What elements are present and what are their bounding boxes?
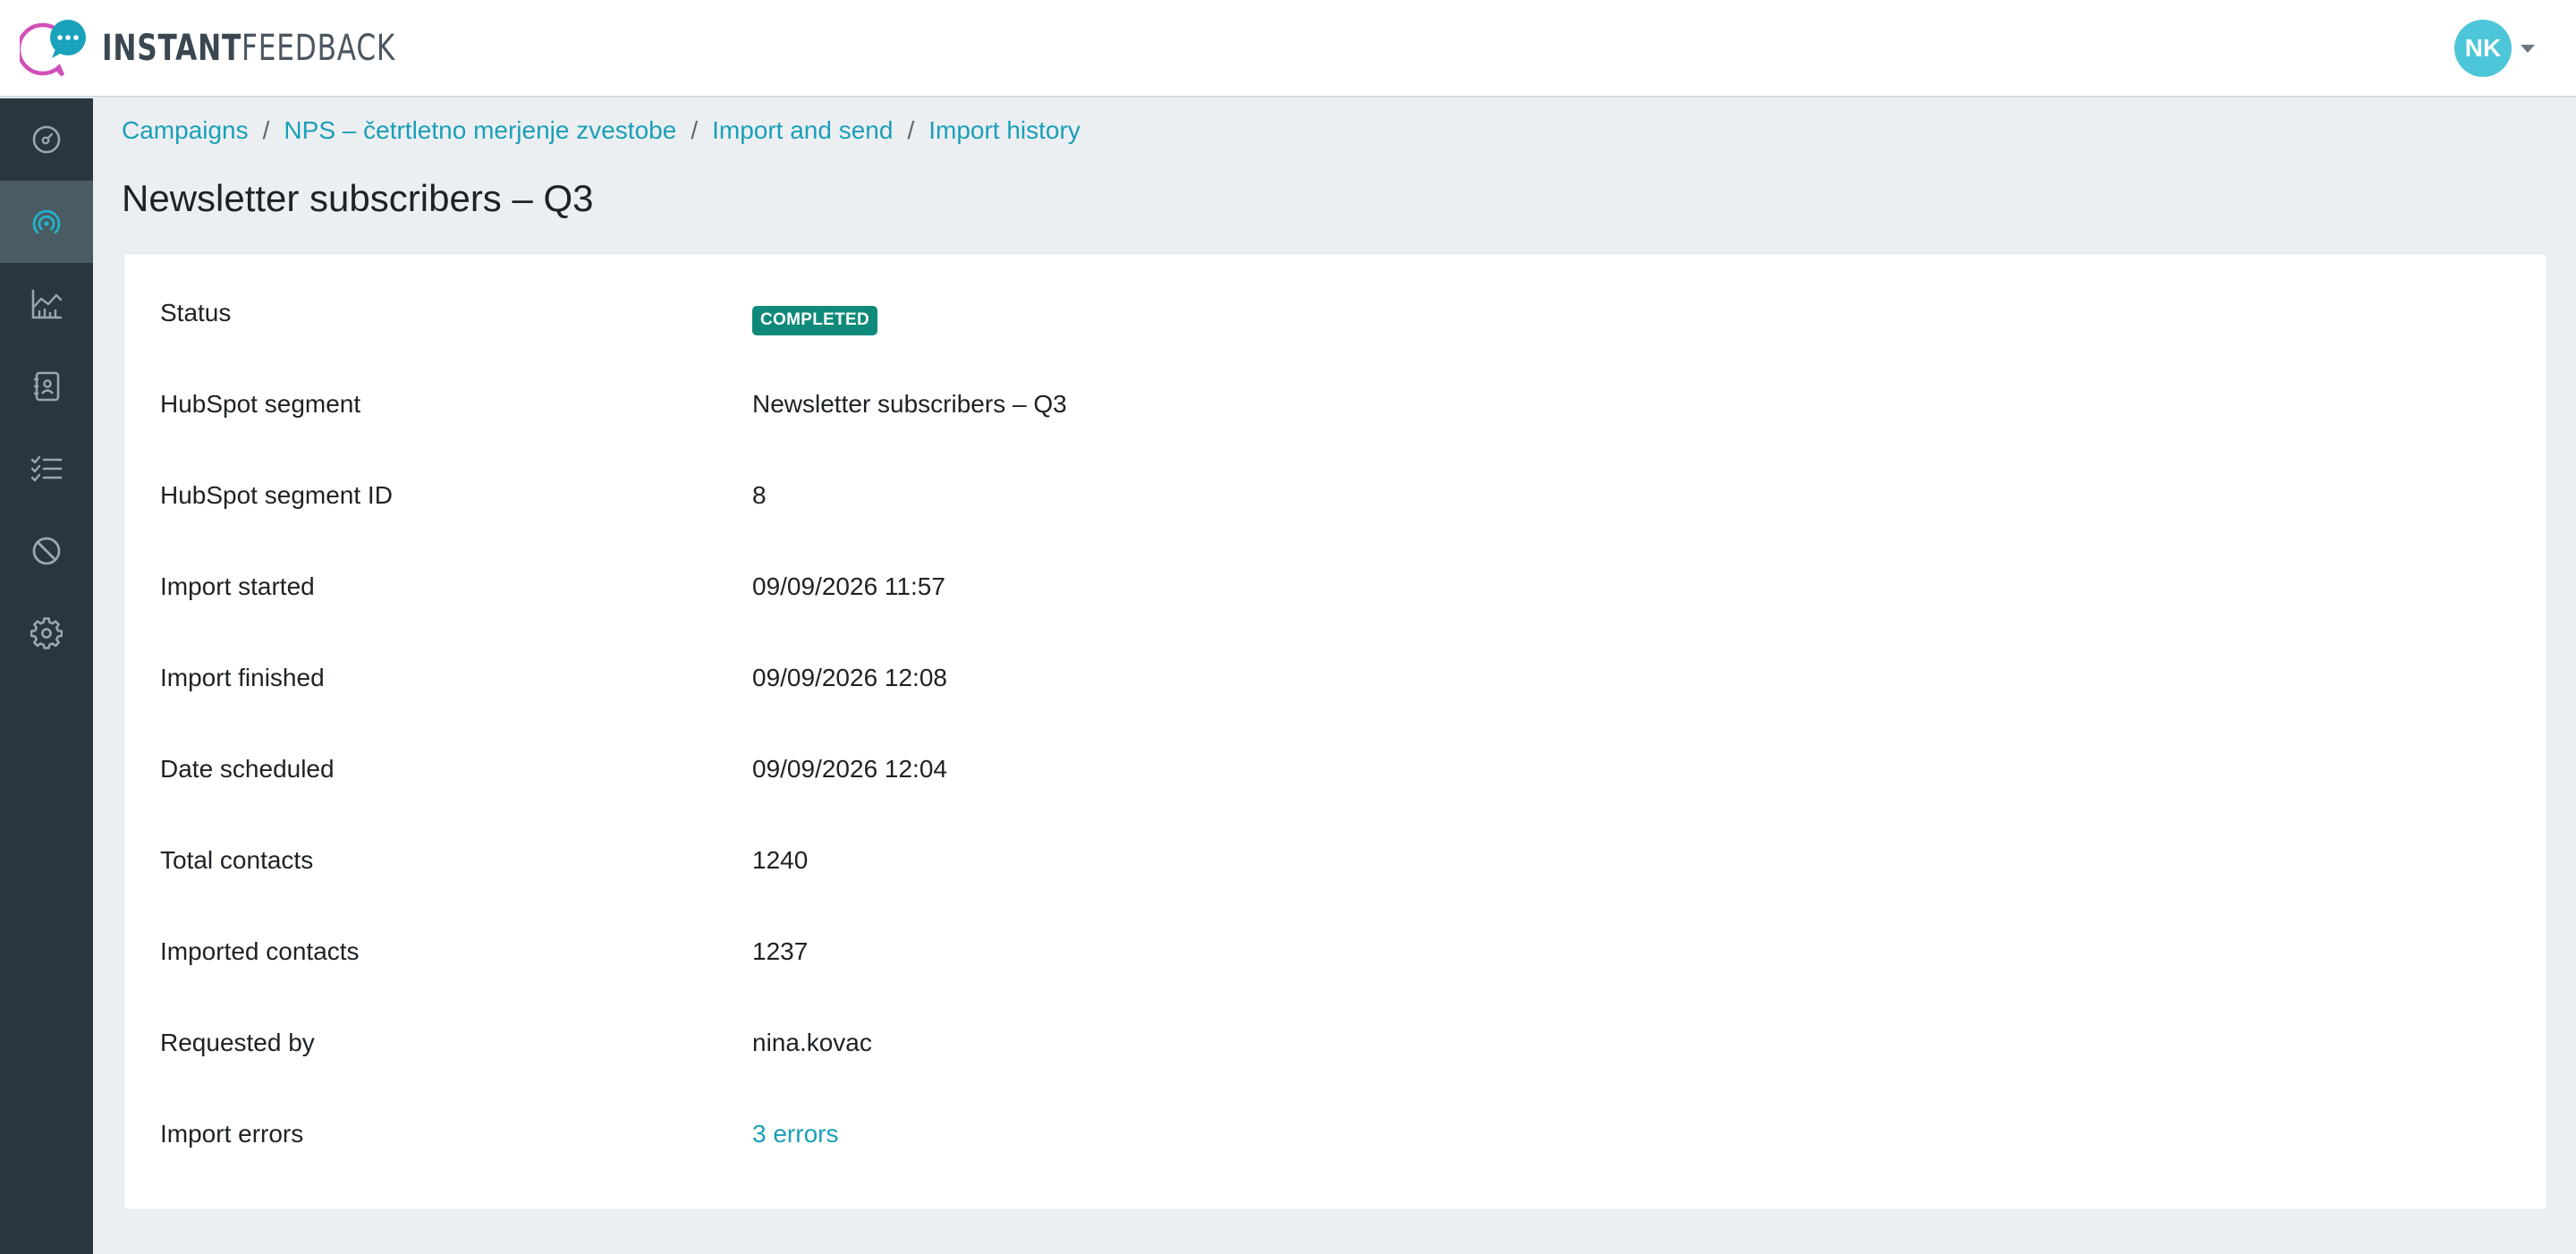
dashboard-gauge-icon bbox=[32, 125, 61, 154]
total-contacts-value: 1240 bbox=[752, 846, 809, 874]
status-label: Status bbox=[160, 299, 232, 326]
detail-row-date-scheduled: Date scheduled 09/09/2026 12:04 bbox=[160, 753, 2511, 844]
sidebar-item-campaigns[interactable] bbox=[0, 181, 93, 263]
detail-row-segment-id: HubSpot segment ID 8 bbox=[160, 479, 2511, 571]
logo-wordmark-light: FEEDBACK bbox=[242, 28, 396, 69]
segment-label: HubSpot segment bbox=[160, 390, 361, 418]
detail-row-imported-contacts: Imported contacts 1237 bbox=[160, 936, 2511, 1027]
user-menu[interactable]: NK bbox=[2454, 20, 2535, 77]
sidebar-item-settings[interactable] bbox=[0, 592, 93, 674]
logo-wordmark-strong: INSTANT bbox=[102, 28, 242, 69]
main-content: Campaigns / NPS – četrtletno merjenje zves… bbox=[93, 98, 2576, 1254]
import-details-card: Status COMPLETED HubSpot segment Newslet… bbox=[123, 253, 2547, 1210]
sidebar-item-blocklist[interactable] bbox=[0, 510, 93, 592]
detail-row-import-errors: Import errors 3 errors bbox=[160, 1118, 2511, 1209]
page-title: Newsletter subscribers – Q3 bbox=[122, 177, 594, 219]
breadcrumb-separator: / bbox=[907, 116, 915, 144]
breadcrumb-campaigns[interactable]: Campaigns bbox=[122, 116, 249, 144]
logo-speech-bubbles-icon bbox=[20, 20, 86, 77]
settings-gear-icon bbox=[30, 617, 63, 649]
details-list: Status COMPLETED HubSpot segment Newslet… bbox=[160, 297, 2511, 1209]
checklist-icon bbox=[30, 455, 63, 482]
sidebar bbox=[0, 98, 93, 1254]
date-scheduled-value: 09/09/2026 12:04 bbox=[752, 755, 947, 783]
blocked-icon bbox=[32, 537, 61, 565]
import-started-label: Import started bbox=[160, 572, 315, 600]
segment-id-label: HubSpot segment ID bbox=[160, 481, 393, 509]
contacts-book-icon bbox=[34, 371, 60, 402]
sidebar-item-dashboard[interactable] bbox=[0, 98, 93, 181]
detail-row-import-started: Import started 09/09/2026 11:57 bbox=[160, 571, 2511, 662]
detail-row-status: Status COMPLETED bbox=[160, 297, 2511, 388]
requested-by-label: Requested by bbox=[160, 1029, 315, 1056]
sidebar-item-contacts[interactable] bbox=[0, 345, 93, 428]
imported-contacts-value: 1237 bbox=[752, 937, 809, 965]
detail-row-segment: HubSpot segment Newsletter subscribers –… bbox=[160, 388, 2511, 479]
analytics-chart-icon bbox=[31, 289, 63, 319]
sidebar-item-analytics[interactable] bbox=[0, 263, 93, 345]
date-scheduled-label: Date scheduled bbox=[160, 755, 335, 783]
avatar[interactable]: NK bbox=[2454, 20, 2512, 77]
detail-row-import-finished: Import finished 09/09/2026 12:08 bbox=[160, 662, 2511, 753]
top-header: INSTANTFEEDBACK NK bbox=[0, 0, 2576, 97]
breadcrumb: Campaigns / NPS – četrtletno merjenje zves… bbox=[122, 114, 1080, 147]
imported-contacts-label: Imported contacts bbox=[160, 937, 360, 965]
breadcrumb-import-history[interactable]: Import history bbox=[928, 116, 1080, 144]
status-badge: COMPLETED bbox=[752, 306, 877, 335]
detail-row-total-contacts: Total contacts 1240 bbox=[160, 844, 2511, 936]
import-errors-link[interactable]: 3 errors bbox=[752, 1120, 838, 1148]
segment-value: Newsletter subscribers – Q3 bbox=[752, 390, 1067, 418]
logo-wordmark: INSTANTFEEDBACK bbox=[102, 30, 395, 66]
import-started-value: 09/09/2026 11:57 bbox=[752, 572, 945, 600]
app-logo[interactable]: INSTANTFEEDBACK bbox=[20, 16, 479, 80]
sidebar-item-tasks[interactable] bbox=[0, 428, 93, 510]
breadcrumb-import-and-send[interactable]: Import and send bbox=[712, 116, 893, 144]
import-finished-label: Import finished bbox=[160, 664, 325, 691]
breadcrumb-campaign-name[interactable]: NPS – četrtletno merjenje zvestobe bbox=[284, 116, 676, 144]
import-errors-label: Import errors bbox=[160, 1120, 304, 1148]
campaigns-broadcast-icon bbox=[32, 209, 61, 234]
detail-row-requested-by: Requested by nina.kovac bbox=[160, 1027, 2511, 1118]
breadcrumb-separator: / bbox=[262, 116, 270, 144]
import-finished-value: 09/09/2026 12:08 bbox=[752, 664, 947, 691]
chevron-down-icon[interactable] bbox=[2521, 44, 2535, 53]
breadcrumb-separator: / bbox=[691, 116, 699, 144]
requested-by-value: nina.kovac bbox=[752, 1029, 872, 1056]
segment-id-value: 8 bbox=[752, 481, 767, 509]
total-contacts-label: Total contacts bbox=[160, 846, 314, 874]
